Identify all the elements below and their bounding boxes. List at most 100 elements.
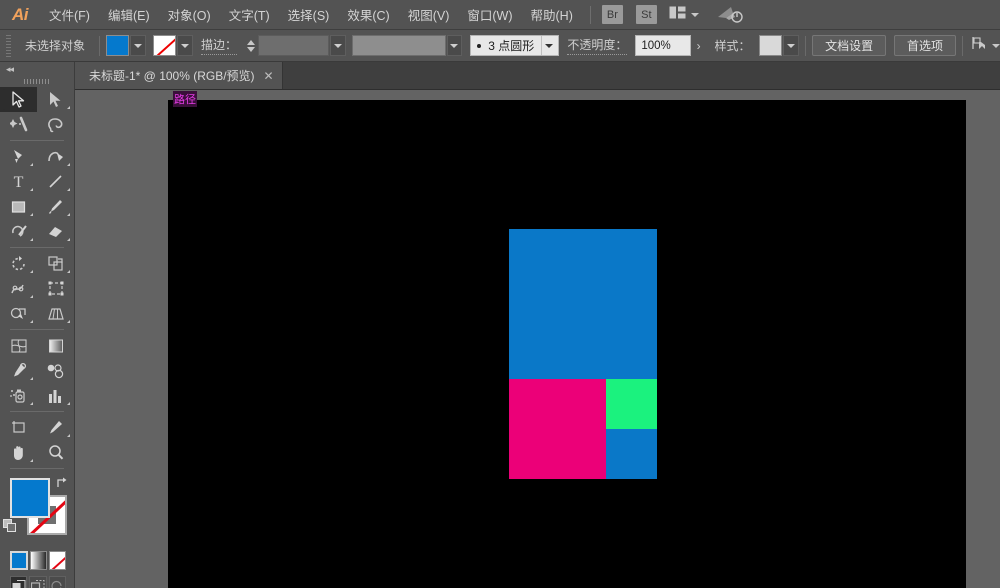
control-bar: 未选择对象 描边： 3 点圆形 不透明度： 100% › 样式： 文档设置 (0, 30, 1000, 62)
fill-color-indicator[interactable] (10, 478, 50, 518)
stroke-color-dropdown[interactable] (177, 35, 193, 56)
gradient-mode-button[interactable] (30, 551, 47, 570)
draw-inside-button[interactable] (49, 576, 66, 588)
graphic-style-swatch[interactable] (759, 35, 783, 56)
artboard[interactable] (168, 100, 966, 588)
chevron-down-icon (992, 44, 1000, 48)
menu-window[interactable]: 窗口(W) (458, 0, 521, 30)
paintbrush-tool[interactable] (37, 194, 74, 219)
flyout-indicator-icon (67, 213, 70, 216)
chevron-down-icon (545, 44, 553, 48)
green-rectangle[interactable] (606, 379, 657, 429)
lasso-tool[interactable] (37, 112, 74, 137)
flyout-indicator-icon (67, 163, 70, 166)
flyout-indicator-icon (30, 213, 33, 216)
curvature-tool[interactable] (37, 144, 74, 169)
align-to-selection-button[interactable] (971, 36, 1000, 55)
eyedropper-tool[interactable] (0, 358, 37, 383)
stroke-weight-input[interactable] (258, 35, 329, 56)
swap-fill-stroke-icon[interactable] (55, 476, 69, 490)
brush-dropdown-arrow[interactable] (541, 36, 556, 55)
tools-panel-grip[interactable] (0, 76, 74, 87)
default-fill-stroke-icon[interactable] (3, 519, 17, 533)
shaper-tool[interactable] (0, 219, 37, 244)
color-mode-button[interactable] (10, 551, 28, 570)
artboard-tool[interactable] (0, 415, 37, 440)
hand-tool[interactable] (0, 440, 37, 465)
opacity-expand-icon[interactable]: › (691, 35, 707, 56)
flyout-indicator-icon (30, 238, 33, 241)
direct-selection-tool[interactable] (37, 87, 74, 112)
control-divider-3 (962, 36, 963, 56)
scale-tool[interactable] (37, 251, 74, 276)
gradient-tool[interactable] (37, 333, 74, 358)
tools-divider-5 (10, 468, 64, 469)
brush-definition-label: 3 点圆形 (488, 37, 534, 54)
menu-bar: Ai 文件(F) 编辑(E) 对象(O) 文字(T) 选择(S) 效果(C) 视… (0, 0, 1000, 30)
control-bar-grip[interactable] (6, 35, 11, 57)
workspace-switcher[interactable] (669, 6, 699, 24)
none-mode-button[interactable] (49, 551, 66, 570)
eraser-tool[interactable] (37, 219, 74, 244)
tools-divider-2 (10, 247, 64, 248)
stepper-up-icon (247, 40, 255, 45)
column-graph-tool[interactable] (37, 383, 74, 408)
menu-edit[interactable]: 编辑(E) (99, 0, 159, 30)
opacity-input[interactable]: 100% (635, 35, 690, 56)
bridge-button[interactable]: Br (602, 5, 623, 24)
shape-builder-tool[interactable] (0, 301, 37, 326)
type-tool[interactable]: T (0, 169, 37, 194)
pen-tool[interactable] (0, 144, 37, 169)
close-icon[interactable]: ✕ (264, 70, 274, 82)
tools-grid-3 (0, 251, 74, 326)
stroke-weight-stepper[interactable] (245, 35, 258, 56)
menu-type[interactable]: 文字(T) (220, 0, 279, 30)
stroke-weight-label[interactable]: 描边： (201, 36, 237, 55)
rectangle-tool[interactable] (0, 194, 37, 219)
opacity-label[interactable]: 不透明度： (567, 36, 627, 55)
mesh-tool[interactable] (0, 333, 37, 358)
fill-color-swatch[interactable] (106, 35, 129, 56)
stroke-color-swatch[interactable] (153, 35, 176, 56)
draw-behind-button[interactable] (29, 576, 46, 588)
canvas-area[interactable]: 路径 (75, 90, 1000, 588)
flyout-indicator-icon (67, 320, 70, 323)
width-tool[interactable] (0, 276, 37, 301)
blend-tool[interactable] (37, 358, 74, 383)
chevron-down-icon (450, 44, 458, 48)
free-transform-tool[interactable] (37, 276, 74, 301)
zoom-tool[interactable] (37, 440, 74, 465)
stock-button[interactable]: St (636, 5, 657, 24)
menu-object[interactable]: 对象(O) (159, 0, 220, 30)
color-mode-buttons (0, 547, 74, 570)
stroke-weight-dropdown[interactable] (330, 35, 346, 56)
menu-select[interactable]: 选择(S) (279, 0, 339, 30)
preferences-button[interactable]: 首选项 (894, 35, 956, 56)
menu-file[interactable]: 文件(F) (40, 0, 99, 30)
magic-wand-tool[interactable] (0, 112, 37, 137)
style-label: 样式： (715, 37, 751, 54)
magenta-rectangle[interactable] (509, 379, 606, 479)
menu-effect[interactable]: 效果(C) (338, 0, 398, 30)
symbol-sprayer-tool[interactable] (0, 383, 37, 408)
fill-color-dropdown[interactable] (130, 35, 146, 56)
collapse-panel-icon[interactable]: ◂◂ (0, 62, 74, 76)
document-tab[interactable]: 未标题-1* @ 100% (RGB/预览) ✕ (75, 62, 283, 89)
document-setup-button[interactable]: 文档设置 (812, 35, 886, 56)
creative-cloud-button[interactable] (717, 6, 743, 24)
graphic-style-dropdown[interactable] (783, 35, 799, 56)
menu-view[interactable]: 视图(V) (399, 0, 459, 30)
tools-grid-1 (0, 87, 74, 137)
brush-definition-dropdown[interactable]: 3 点圆形 (470, 35, 559, 56)
variable-width-profile-input[interactable] (352, 35, 446, 56)
draw-normal-button[interactable] (10, 576, 27, 588)
selection-tool[interactable] (0, 87, 37, 112)
variable-width-profile-dropdown[interactable] (447, 35, 463, 56)
perspective-grid-tool[interactable] (37, 301, 74, 326)
flyout-indicator-icon (30, 377, 33, 380)
line-segment-tool[interactable] (37, 169, 74, 194)
menu-help[interactable]: 帮助(H) (522, 0, 582, 30)
chevron-down-icon (181, 44, 189, 48)
rotate-tool[interactable] (0, 251, 37, 276)
slice-tool[interactable] (37, 415, 74, 440)
